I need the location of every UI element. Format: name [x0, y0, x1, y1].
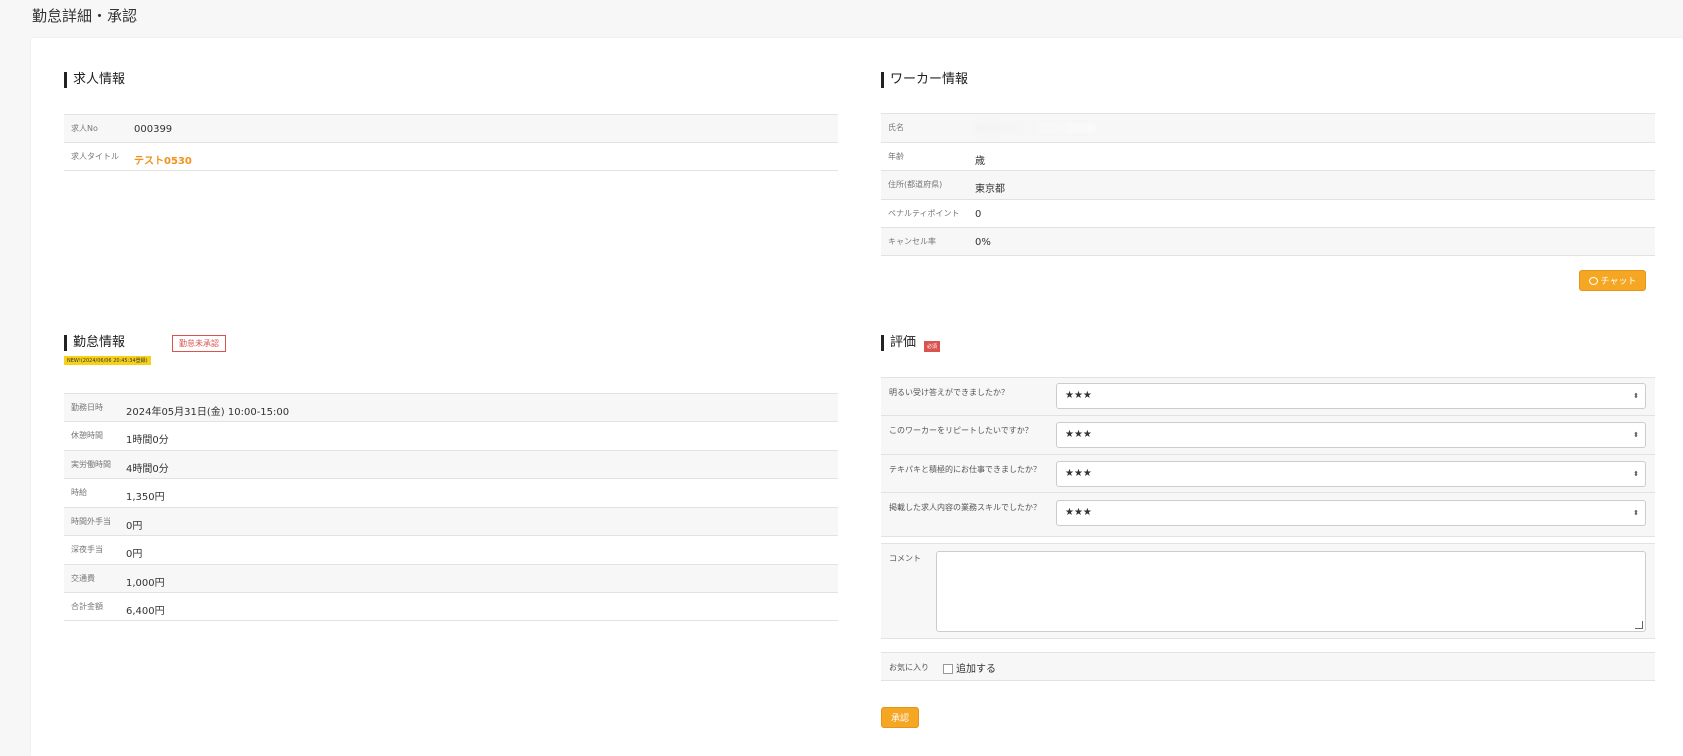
table-row: 深夜手当 0円 [64, 535, 838, 565]
eval-question-2-select[interactable]: ★★★ ⬍ [1056, 422, 1646, 448]
night-allowance-label: 深夜手当 [71, 545, 103, 554]
table-row: 勤務日時 2024年05月31日(金) 10:00-15:00 [64, 393, 838, 422]
job-no-label: 求人No [71, 124, 98, 133]
table-row: 求人No 000399 [64, 114, 838, 143]
select-arrows-icon: ⬍ [1633, 392, 1639, 400]
job-info-table: 求人No 000399 求人タイトル テスト0530 [64, 114, 838, 171]
job-title-link[interactable]: テスト0530 [134, 156, 192, 167]
table-row: ペナルティポイント 0 [881, 199, 1655, 228]
required-badge: 必須 [924, 341, 941, 352]
total-value: 6,400円 [126, 606, 165, 617]
worker-info-table: 氏名 年齢 歳 住所(都道府県) 東京都 ペナルティポイント 0 キャンセル率 … [881, 113, 1655, 256]
work-datetime-label: 勤務日時 [71, 403, 103, 412]
chat-button-label: チャット [1600, 277, 1637, 287]
hourly-wage-value: 1,350円 [126, 492, 165, 503]
eval-question-4-value: ★★★ [1065, 507, 1092, 518]
favorite-row: お気に入り 追加する [881, 652, 1655, 681]
favorite-checkbox[interactable] [943, 664, 953, 674]
table-row: 時間外手当 0円 [64, 507, 838, 536]
table-row: 休憩時間 1時間0分 [64, 421, 838, 451]
select-arrows-icon: ⬍ [1633, 431, 1639, 439]
transport-value: 1,000円 [126, 578, 165, 589]
worker-name-value [975, 123, 1095, 133]
break-time-label: 休憩時間 [71, 431, 103, 440]
job-no-value: 000399 [134, 124, 173, 135]
age-value: 歳 [975, 156, 985, 167]
eval-question-3-value: ★★★ [1065, 468, 1092, 479]
penalty-value: 0 [975, 209, 982, 220]
night-allowance-value: 0円 [126, 549, 143, 560]
eval-question-4-label: 掲載した求人内容の業務スキルでしたか？ [889, 503, 1041, 512]
eval-question-3-label: テキパキと積極的にお仕事できましたか？ [889, 465, 1041, 474]
eval-question-1-label: 明るい受け答えができましたか？ [889, 388, 1009, 397]
comment-label: コメント [889, 554, 921, 563]
address-value: 東京都 [975, 184, 1005, 195]
eval-question-2-label: このワーカーをリピートしたいですか？ [889, 426, 1033, 435]
overtime-label: 時間外手当 [71, 517, 111, 526]
job-info-title: 求人情報 [64, 72, 125, 88]
penalty-label: ペナルティポイント [888, 209, 960, 218]
comment-textarea[interactable] [936, 551, 1646, 632]
worker-info-title: ワーカー情報 [881, 72, 968, 88]
cancel-rate-value: 0% [975, 237, 991, 248]
eval-question-3-select[interactable]: ★★★ ⬍ [1056, 461, 1646, 487]
eval-row: このワーカーをリピートしたいですか？ ★★★ ⬍ [881, 415, 1655, 454]
overtime-value: 0円 [126, 521, 143, 532]
select-arrows-icon: ⬍ [1633, 509, 1639, 517]
favorite-label: お気に入り [889, 663, 929, 672]
table-row: 住所(都道府県) 東京都 [881, 170, 1655, 200]
actual-work-label: 実労働時間 [71, 460, 111, 469]
eval-question-1-select[interactable]: ★★★ ⬍ [1056, 383, 1646, 409]
eval-question-1-value: ★★★ [1065, 390, 1092, 401]
attendance-table: 勤務日時 2024年05月31日(金) 10:00-15:00 休憩時間 1時間… [64, 393, 838, 621]
favorite-checkbox-label: 追加する [956, 664, 996, 675]
age-label: 年齢 [888, 152, 904, 161]
chat-button[interactable]: チャット [1579, 270, 1646, 291]
hourly-wage-label: 時給 [71, 488, 87, 497]
table-row: 時給 1,350円 [64, 478, 838, 508]
total-label: 合計金額 [71, 602, 103, 611]
address-label: 住所(都道府県) [888, 180, 943, 189]
cancel-rate-label: キャンセル率 [888, 237, 936, 246]
table-row: 求人タイトル テスト0530 [64, 142, 838, 171]
table-row: 年齢 歳 [881, 142, 1655, 171]
resize-grip-icon[interactable] [1635, 621, 1643, 629]
page-title: 勤怠詳細・承認 [32, 7, 138, 25]
eval-question-4-select[interactable]: ★★★ ⬍ [1056, 500, 1646, 526]
chat-bubble-icon [1588, 276, 1598, 285]
approve-button[interactable]: 承認 [881, 707, 919, 728]
favorite-checkbox-wrap[interactable]: 追加する [943, 660, 996, 675]
break-time-value: 1時間0分 [126, 435, 169, 446]
eval-row: 明るい受け答えができましたか？ ★★★ ⬍ [881, 377, 1655, 415]
eval-row: テキパキと積極的にお仕事できましたか？ ★★★ ⬍ [881, 454, 1655, 492]
job-title-label: 求人タイトル [71, 152, 119, 161]
status-badge: 勤怠未承認 [172, 335, 226, 352]
actual-work-value: 4時間0分 [126, 464, 169, 475]
eval-question-2-value: ★★★ [1065, 429, 1092, 440]
new-tag: NEW!(2024/06/06 20:45:34登録) [64, 356, 151, 365]
table-row: 氏名 [881, 113, 1655, 143]
transport-label: 交通費 [71, 574, 95, 583]
work-datetime-value: 2024年05月31日(金) 10:00-15:00 [126, 407, 290, 418]
select-arrows-icon: ⬍ [1633, 470, 1639, 478]
eval-row: 掲載した求人内容の業務スキルでしたか？ ★★★ ⬍ [881, 492, 1655, 537]
table-row: 実労働時間 4時間0分 [64, 450, 838, 479]
table-row: キャンセル率 0% [881, 227, 1655, 256]
name-label: 氏名 [888, 123, 904, 132]
table-row: 合計金額 6,400円 [64, 592, 838, 621]
evaluation-title: 評価 [881, 335, 916, 351]
table-row: 交通費 1,000円 [64, 564, 838, 593]
attendance-title: 勤怠情報 [64, 335, 125, 351]
